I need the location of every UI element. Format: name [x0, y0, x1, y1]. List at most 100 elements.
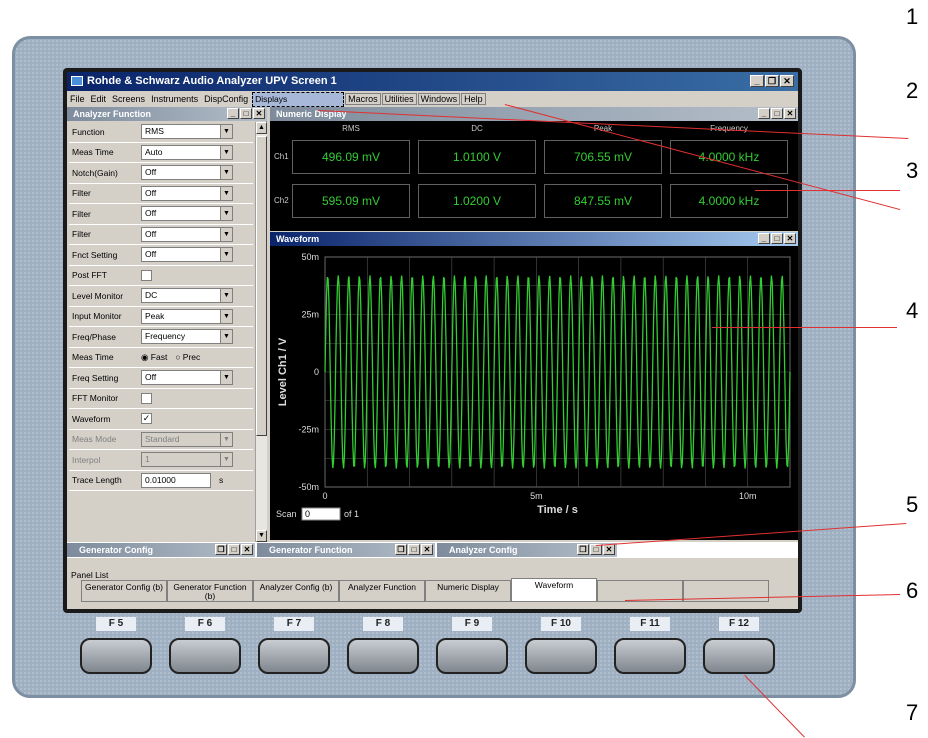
panel-generator-config[interactable]: Generator Config ❐ □ ✕	[67, 543, 255, 557]
chevron-down-icon[interactable]: ▼	[220, 145, 232, 159]
af-row-label: Post FFT	[72, 270, 107, 281]
restore-icon[interactable]: ❐	[395, 544, 407, 555]
chevron-down-icon[interactable]: ▼	[220, 125, 232, 139]
nd-channel-label: Ch2	[274, 196, 289, 205]
fkey-label: F 8	[363, 617, 403, 631]
af-checkbox[interactable]	[141, 392, 152, 404]
restore-icon[interactable]: ❐	[577, 544, 589, 555]
close-icon[interactable]: ✕	[603, 544, 615, 555]
app-icon	[71, 76, 83, 86]
numeric-display-title: Numeric Display _ □ ✕	[270, 107, 798, 121]
close-icon[interactable]: ✕	[784, 108, 796, 119]
menu-windows[interactable]: Windows	[417, 93, 461, 105]
softkey-6[interactable]: Waveform	[511, 578, 597, 602]
af-value: Off	[145, 249, 157, 260]
af-row-label: Meas Time	[72, 352, 114, 363]
maximize-icon[interactable]: □	[408, 544, 420, 555]
panel-analyzer-config[interactable]: Analyzer Config ❐ □ ✕	[437, 543, 617, 557]
af-select[interactable]: Off ▼	[141, 206, 233, 222]
af-input[interactable]: 0.01000	[141, 472, 211, 488]
analyzer-function-title: Analyzer Function _ □ ✕	[67, 107, 267, 121]
chevron-down-icon[interactable]: ▼	[220, 309, 232, 323]
af-row-label: Input Monitor	[72, 311, 122, 322]
radio-fast[interactable]: ◉ Fast	[141, 352, 167, 363]
af-row-label: Trace Length	[72, 475, 122, 486]
chevron-down-icon[interactable]: ▼	[220, 186, 232, 200]
y-axis-label: Level Ch1 / V	[277, 337, 289, 406]
af-select[interactable]: DC ▼	[141, 288, 233, 304]
chevron-down-icon[interactable]: ▼	[220, 453, 232, 467]
af-select[interactable]: Auto ▼	[141, 144, 233, 160]
af-value: 0.01000	[145, 474, 176, 485]
restore-icon[interactable]: ❐	[215, 544, 227, 555]
af-row: Freq Setting Off ▼	[69, 368, 253, 389]
chevron-down-icon[interactable]: ▼	[220, 432, 232, 446]
function-key-button[interactable]	[80, 638, 152, 674]
af-checkbox[interactable]: ✓	[141, 413, 152, 425]
af-select[interactable]: Off ▼	[141, 226, 233, 242]
chevron-down-icon[interactable]: ▼	[220, 227, 232, 241]
maximize-icon[interactable]: □	[771, 233, 783, 244]
af-select[interactable]: Off ▼	[141, 165, 233, 181]
af-select[interactable]: RMS ▼	[141, 124, 233, 140]
minimize-icon[interactable]: _	[750, 75, 764, 87]
function-key-button[interactable]	[347, 638, 419, 674]
chevron-down-icon[interactable]: ▼	[220, 248, 232, 262]
softkey-5[interactable]: Numeric Display	[425, 580, 511, 602]
chevron-down-icon[interactable]: ▼	[220, 330, 232, 344]
menu-dispconfig[interactable]: DispConfig	[201, 94, 251, 104]
menu-displays[interactable]: Displays	[252, 91, 345, 107]
menu-screens[interactable]: Screens	[109, 94, 148, 104]
softkey-1[interactable]: Generator Config (b)	[81, 580, 167, 602]
function-key-button[interactable]	[703, 638, 775, 674]
panel-generator-function[interactable]: Generator Function ❐ □ ✕	[257, 543, 435, 557]
scroll-thumb[interactable]	[256, 136, 267, 436]
af-select[interactable]: Peak ▼	[141, 308, 233, 324]
maximize-icon[interactable]: □	[771, 108, 783, 119]
chevron-down-icon[interactable]: ▼	[220, 166, 232, 180]
minimize-icon[interactable]: _	[758, 108, 770, 119]
nd-value: 847.55 mV	[544, 184, 662, 218]
scroll-up-icon[interactable]: ▲	[256, 122, 267, 134]
chevron-down-icon[interactable]: ▼	[220, 289, 232, 303]
panel-generator-function-label: Generator Function	[269, 545, 353, 555]
menu-file[interactable]: File	[67, 94, 88, 104]
af-row: Post FFT	[69, 266, 253, 286]
function-key-button[interactable]	[169, 638, 241, 674]
chevron-down-icon[interactable]: ▼	[220, 207, 232, 221]
menu-utilities[interactable]: Utilities	[381, 93, 417, 105]
menu-instruments[interactable]: Instruments	[148, 94, 201, 104]
scrollbar[interactable]: ▲ ▼	[255, 122, 267, 542]
softkey-2[interactable]: Generator Function (b)	[167, 580, 253, 602]
function-key-button[interactable]	[258, 638, 330, 674]
chevron-down-icon[interactable]: ▼	[220, 371, 232, 385]
radio-prec[interactable]: ○ Prec	[175, 352, 200, 362]
close-icon[interactable]: ✕	[421, 544, 433, 555]
scroll-down-icon[interactable]: ▼	[256, 530, 267, 542]
af-select[interactable]: Off ▼	[141, 185, 233, 201]
maximize-icon[interactable]: □	[228, 544, 240, 555]
af-select[interactable]: Frequency ▼	[141, 329, 233, 345]
close-icon[interactable]: ✕	[241, 544, 253, 555]
function-key-button[interactable]	[436, 638, 508, 674]
menu-help[interactable]: Help	[461, 93, 486, 105]
close-icon[interactable]: ✕	[253, 108, 265, 119]
close-icon[interactable]: ✕	[780, 75, 794, 87]
function-key-button[interactable]	[614, 638, 686, 674]
softkey-4[interactable]: Analyzer Function	[339, 580, 425, 602]
minimize-icon[interactable]: _	[758, 233, 770, 244]
menu-macros[interactable]: Macros	[345, 93, 381, 105]
function-key-button[interactable]	[525, 638, 597, 674]
af-value: RMS	[145, 126, 164, 137]
af-checkbox[interactable]	[141, 269, 152, 281]
maximize-icon[interactable]: □	[240, 108, 252, 119]
close-icon[interactable]: ✕	[784, 233, 796, 244]
af-row: Level Monitor DC ▼	[69, 286, 253, 307]
softkey-3[interactable]: Analyzer Config (b)	[253, 580, 339, 602]
af-select[interactable]: Off ▼	[141, 370, 233, 386]
minimize-icon[interactable]: _	[227, 108, 239, 119]
analyzer-function-rows: Function RMS ▼ Meas Time Auto ▼ Notch(Gain) Off…	[69, 122, 253, 491]
af-select[interactable]: Off ▼	[141, 247, 233, 263]
menu-edit[interactable]: Edit	[88, 94, 110, 104]
restore-icon[interactable]: ❐	[765, 75, 779, 87]
